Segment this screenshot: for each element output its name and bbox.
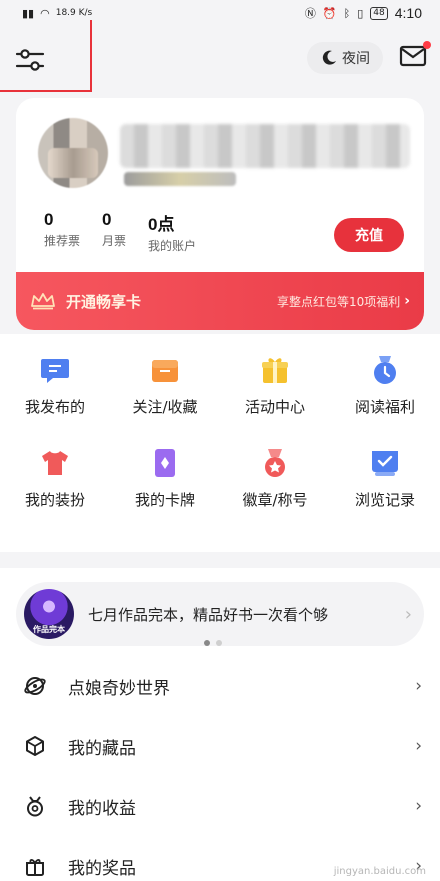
carousel-dot[interactable]: [216, 640, 222, 646]
stat-label: 推荐票: [44, 234, 81, 248]
gift-icon: [262, 358, 288, 383]
grid-item-label: 活动中心: [244, 398, 305, 416]
bluetooth-icon: ᛒ: [343, 6, 351, 20]
grid-item-label: 关注/收藏: [132, 398, 198, 416]
stat-value: 0点: [148, 215, 175, 234]
menu-item-label: 我的奖品: [68, 858, 136, 879]
watermark-text: jingyan.baidu.com: [333, 866, 426, 877]
status-right: Ⓝ ⏰ ᛒ ▯ 48 4:10: [305, 5, 422, 21]
menu-item-collection[interactable]: 我的藏品 ›: [0, 716, 440, 776]
night-mode-label: 夜间: [342, 51, 370, 67]
vip-subtitle: 享整点红包等10项福利: [276, 294, 401, 309]
promo-thumbnail-caption: 作品完本: [33, 625, 65, 634]
promo-banner[interactable]: 作品完本 七月作品完本，精品好书一次看个够 ›: [16, 582, 424, 646]
medal-icon: [265, 449, 285, 477]
grid-item-reading-benefits[interactable]: 阅读福利: [330, 354, 440, 417]
grid-item-my-cards[interactable]: 我的卡牌: [110, 447, 220, 510]
grid-item-label: 我发布的: [24, 398, 85, 416]
chevron-right-icon: ›: [415, 796, 422, 816]
carousel-dot-active[interactable]: [204, 640, 210, 646]
grid-item-label: 我的装扮: [24, 491, 85, 509]
stats-row: 0 推荐票 0 月票 0点 我的账户: [44, 210, 196, 254]
alarm-icon: ⏰: [322, 6, 337, 20]
lower-panel: 作品完本 七月作品完本，精品好书一次看个够 › 点娘奇妙世界 › 我的藏品 ›: [0, 568, 440, 881]
grid-item-follows[interactable]: 关注/收藏: [110, 354, 220, 417]
menu-item-label: 我的收益: [68, 798, 136, 819]
vip-card-banner[interactable]: 开通畅享卡 享整点红包等10项福利 ›: [16, 272, 424, 330]
stat-recommend-tickets[interactable]: 0 推荐票: [44, 210, 80, 254]
menu-item-label: 点娘奇妙世界: [68, 678, 170, 699]
user-badges-obscured: [124, 172, 236, 186]
menu-item-earnings[interactable]: 我的收益 ›: [0, 776, 440, 836]
stat-account-balance[interactable]: 0点 我的账户: [148, 210, 196, 254]
recharge-button[interactable]: 充值: [334, 218, 404, 252]
username-obscured[interactable]: [120, 124, 410, 168]
grid-item-browse-history[interactable]: 浏览记录: [330, 447, 440, 510]
menu-list: 点娘奇妙世界 › 我的藏品 › 我的收益 › 我的奖品 ›: [0, 656, 440, 881]
vip-title: 开通畅享卡: [66, 292, 142, 311]
battery-indicator: 48: [370, 6, 388, 20]
promo-text: 七月作品完本，精品好书一次看个够: [88, 605, 329, 624]
message-icon: [41, 359, 69, 383]
shirt-icon: [42, 451, 68, 475]
grid-item-my-outfits[interactable]: 我的装扮: [0, 447, 110, 510]
menu-item-label: 我的藏品: [68, 738, 136, 759]
wifi-icon: ◠: [40, 6, 50, 20]
vibrate-icon: ▯: [357, 6, 364, 20]
chevron-right-icon: ›: [404, 293, 410, 309]
grid-item-badges-titles[interactable]: 徽章/称号: [220, 447, 330, 510]
profile-card: 0 推荐票 0 月票 0点 我的账户 充值 开通畅享卡 享整点红包等10项福利 …: [16, 98, 424, 330]
prize-icon: [26, 859, 44, 876]
stat-value: 0: [44, 210, 54, 229]
feature-grid-panel: 我发布的 关注/收藏 活动中心 阅读福利 我的装扮 我的卡牌 徽章/称号 浏览记…: [0, 334, 440, 552]
history-icon: [372, 451, 398, 476]
grid-item-label: 徽章/称号: [242, 491, 308, 509]
messages-button[interactable]: [399, 41, 431, 72]
unread-dot: [423, 41, 431, 49]
card-icon: [155, 449, 175, 477]
chevron-right-icon: ›: [415, 736, 422, 756]
status-left: ▮▮ ◠ 18.9 K/s: [22, 7, 92, 20]
stat-monthly-tickets[interactable]: 0 月票: [102, 210, 126, 254]
folder-icon: [152, 360, 178, 382]
chevron-right-icon: ›: [415, 676, 422, 696]
clock-badge-icon: [374, 356, 396, 384]
clock: 4:10: [394, 5, 422, 21]
menu-item-world[interactable]: 点娘奇妙世界 ›: [0, 656, 440, 716]
grid-item-my-posts[interactable]: 我发布的: [0, 354, 110, 417]
mail-icon: [399, 45, 427, 67]
chevron-right-icon: ›: [404, 603, 412, 625]
nfc-icon: Ⓝ: [304, 7, 316, 20]
top-toolbar: 夜间: [0, 20, 440, 96]
grid-item-label: 我的卡牌: [134, 491, 195, 509]
crown-icon: [31, 293, 55, 310]
feature-grid: 我发布的 关注/收藏 活动中心 阅读福利 我的装扮 我的卡牌 徽章/称号 浏览记…: [0, 354, 440, 510]
carousel-dots: [204, 640, 222, 646]
grid-item-label: 浏览记录: [354, 491, 415, 509]
cube-icon: [26, 736, 44, 756]
moon-icon: [322, 50, 336, 65]
stat-label: 月票: [102, 234, 127, 248]
grid-item-label: 阅读福利: [354, 398, 415, 416]
net-speed: 18.9 K/s: [55, 7, 93, 18]
world-icon: [24, 677, 46, 695]
signal-icon: ▮▮: [22, 6, 35, 20]
earnings-icon: [27, 796, 43, 817]
promo-thumbnail: 作品完本: [24, 589, 74, 639]
highlight-frame: [0, 20, 92, 92]
stat-value: 0: [102, 210, 112, 229]
stat-label: 我的账户: [148, 239, 197, 253]
avatar[interactable]: [38, 118, 108, 188]
grid-item-activity-center[interactable]: 活动中心: [220, 354, 330, 417]
night-mode-button[interactable]: 夜间: [307, 42, 383, 74]
